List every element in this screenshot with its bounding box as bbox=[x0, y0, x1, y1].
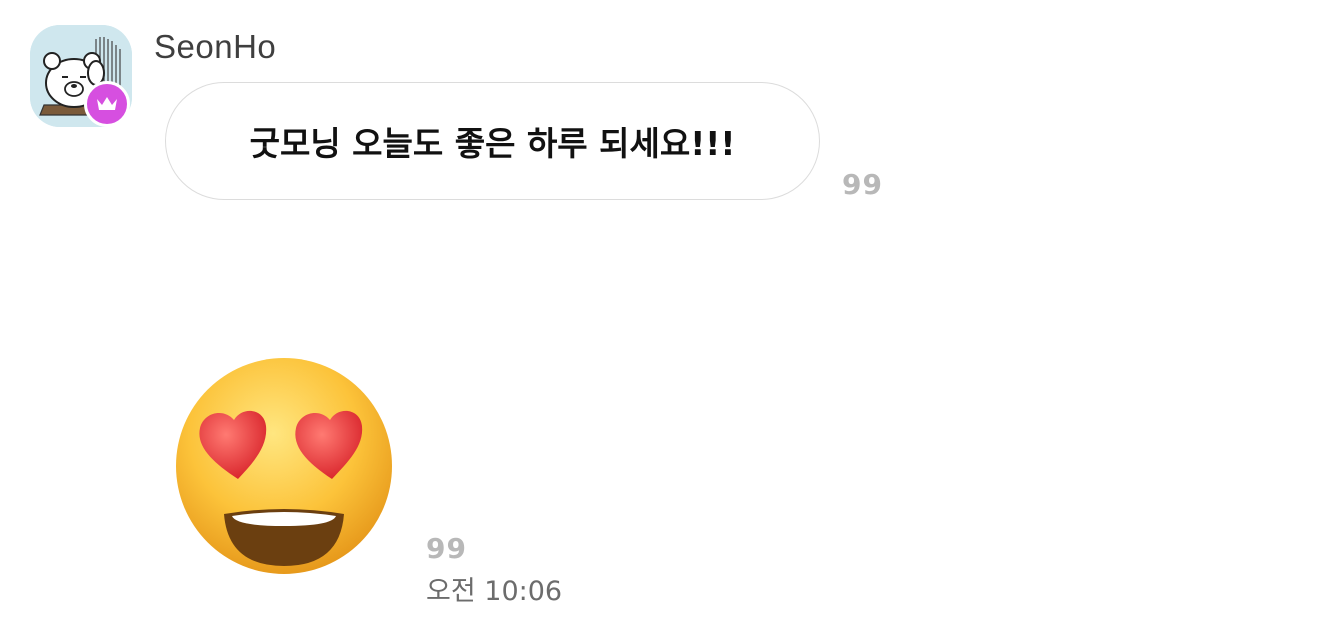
sender-name[interactable]: SeonHo bbox=[154, 28, 276, 66]
heart-eyes-emoji-icon[interactable] bbox=[172, 354, 396, 578]
unread-count: 99 bbox=[426, 532, 467, 565]
unread-count: 99 bbox=[842, 168, 883, 201]
sender-avatar[interactable] bbox=[30, 25, 132, 127]
message-text: 굿모닝 오늘도 좋은 하루 되세요!!! bbox=[249, 124, 736, 163]
message-timestamp: 오전 10:06 bbox=[426, 576, 563, 607]
message-bubble[interactable]: 굿모닝 오늘도 좋은 하루 되세요!!! bbox=[165, 82, 820, 200]
crown-icon bbox=[84, 81, 130, 127]
